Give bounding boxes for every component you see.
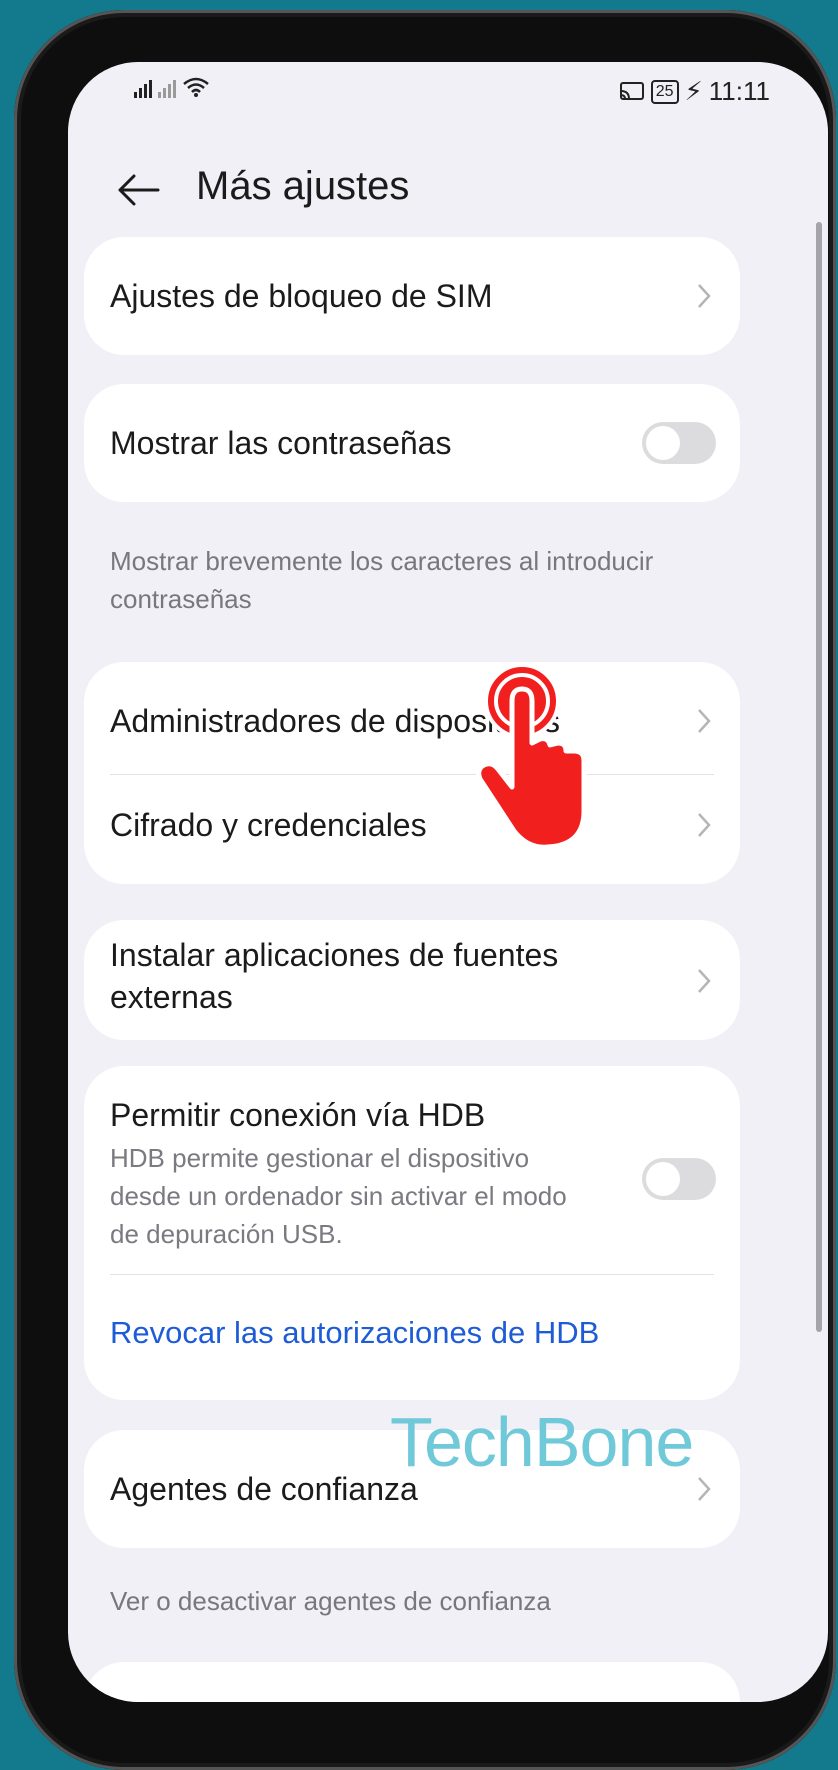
wifi-icon <box>183 77 209 97</box>
external-sources-card: Instalar aplicaciones de fuentes externa… <box>84 920 740 1040</box>
show-passwords-card: Mostrar las contraseñas <box>84 384 740 502</box>
show-passwords-hint-line2: contraseñas <box>110 584 252 614</box>
show-passwords-toggle[interactable] <box>642 422 716 464</box>
sim-lock-label: Ajustes de bloqueo de SIM <box>110 278 493 314</box>
external-sources-label-line2: externas <box>110 979 233 1015</box>
hdb-toggle[interactable] <box>642 1158 716 1200</box>
status-time: 11:11 <box>708 76 770 106</box>
encryption-label: Cifrado y credenciales <box>110 807 427 843</box>
watermark-logo: TechBone <box>390 1403 694 1481</box>
sim-lock-card: Ajustes de bloqueo de SIM <box>84 237 740 355</box>
hdb-row[interactable]: Permitir conexión vía HDB HDB permite ge… <box>84 1066 740 1274</box>
external-sources-row[interactable]: Instalar aplicaciones de fuentes externa… <box>84 920 740 1040</box>
header: Más ajustes <box>68 152 828 232</box>
hdb-desc-line2: desde un ordenador sin activar el modo <box>110 1181 567 1211</box>
cast-icon <box>619 81 644 100</box>
next-card <box>84 1662 740 1702</box>
tap-hand-icon <box>476 663 587 850</box>
chevron-right-icon <box>698 1477 711 1501</box>
chevron-right-icon <box>698 284 711 308</box>
battery-icon: 25 <box>650 79 679 104</box>
charging-icon: ⚡ <box>684 76 703 106</box>
toggle-knob <box>646 426 680 460</box>
arrow-left-icon[interactable] <box>112 168 164 212</box>
show-passwords-row[interactable]: Mostrar las contraseñas <box>84 384 740 502</box>
encryption-row[interactable]: Cifrado y credenciales <box>84 774 740 884</box>
status-right: 25 ⚡ 11:11 <box>619 76 770 107</box>
phone-frame: 25 ⚡ 11:11 Más ajustes Ajustes de bloque… <box>14 10 836 1770</box>
hdb-desc-line1: HDB permite gestionar el dispositivo <box>110 1143 530 1173</box>
security-card: Administradores de dispositivos Cifrado … <box>84 662 740 884</box>
status-bar: 25 ⚡ 11:11 <box>68 62 828 122</box>
hdb-desc-line3: de depuración USB. <box>110 1219 343 1249</box>
revoke-hdb-row[interactable]: Revocar las autorizaciones de HDB <box>84 1275 740 1400</box>
page-title: Más ajustes <box>196 164 410 208</box>
signal-no-sim-icon <box>158 80 176 98</box>
show-passwords-hint-line1: Mostrar brevemente los caracteres al int… <box>110 546 654 576</box>
revoke-hdb-link[interactable]: Revocar las autorizaciones de HDB <box>110 1315 599 1351</box>
chevron-right-icon <box>698 969 711 993</box>
hdb-card: Permitir conexión vía HDB HDB permite ge… <box>84 1066 740 1400</box>
toggle-knob <box>646 1162 680 1196</box>
chevron-right-icon <box>698 709 711 733</box>
trust-agents-hint: Ver o desactivar agentes de confianza <box>110 1586 551 1616</box>
scrollbar[interactable] <box>816 222 822 1332</box>
show-passwords-label: Mostrar las contraseñas <box>110 425 452 461</box>
device-admins-row[interactable]: Administradores de dispositivos <box>84 662 740 772</box>
chevron-right-icon <box>698 813 711 837</box>
signal-icon <box>134 80 152 98</box>
status-left <box>134 76 210 98</box>
hdb-label: Permitir conexión vía HDB <box>110 1097 486 1133</box>
trust-agents-label: Agentes de confianza <box>110 1471 418 1507</box>
external-sources-label-line1: Instalar aplicaciones de fuentes <box>110 937 559 973</box>
sim-lock-row[interactable]: Ajustes de bloqueo de SIM <box>84 237 740 355</box>
